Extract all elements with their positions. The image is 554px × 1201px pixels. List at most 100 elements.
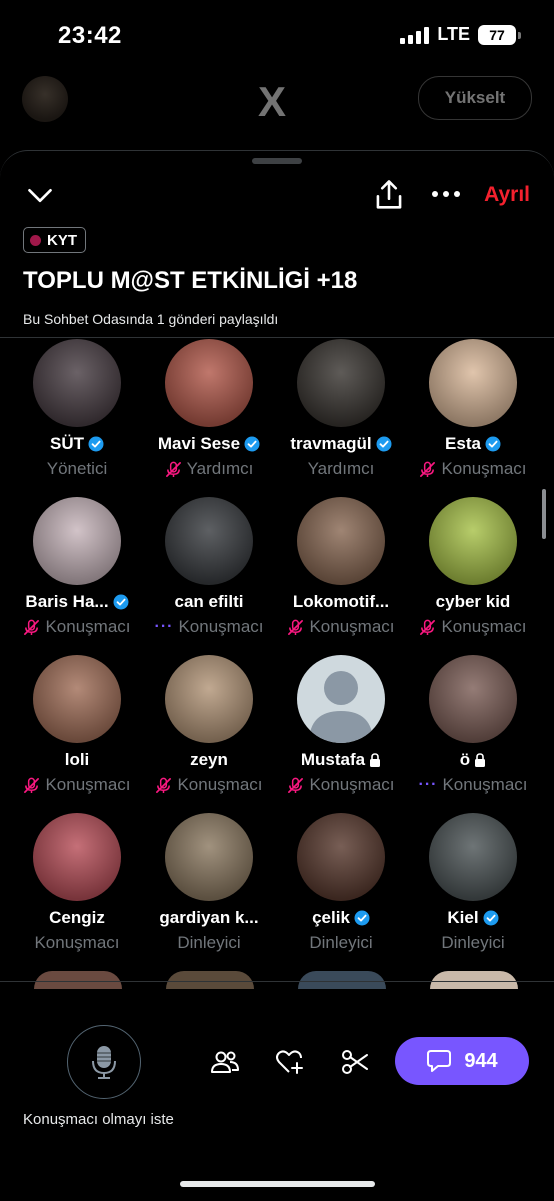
chevron-down-icon[interactable] (26, 181, 54, 209)
mic-off-icon (420, 461, 436, 477)
participant-avatar[interactable] (165, 497, 253, 585)
participant-card[interactable]: gardiyan k... Dinleyici (144, 813, 274, 953)
share-icon[interactable] (374, 179, 404, 211)
comments-button[interactable]: 944 (395, 1037, 529, 1085)
participant-avatar[interactable] (165, 655, 253, 743)
participant-name: Cengiz (49, 908, 105, 927)
participant-card[interactable]: Kiel Dinleyici (408, 813, 538, 953)
reaction-heart-plus-icon[interactable] (275, 1047, 305, 1077)
leave-button[interactable]: Ayrıl (484, 183, 530, 207)
participant-card[interactable]: Mustafa Konuşmacı (276, 655, 406, 795)
participant-card[interactable]: can efilti ··· Konuşmacı (144, 497, 274, 637)
participant-avatar[interactable] (297, 813, 385, 901)
background-app: X Yükselt (0, 72, 554, 152)
participant-avatar[interactable] (429, 813, 517, 901)
participant-name: SÜT (50, 434, 84, 453)
participant-name: gardiyan k... (159, 908, 259, 927)
participant-role-row: Konuşmacı (144, 775, 274, 795)
participant-name-row: loli (12, 750, 142, 770)
participant-role-row: Konuşmacı (408, 617, 538, 637)
participant-name: çelik (312, 908, 350, 927)
comment-count: 944 (464, 1049, 498, 1072)
participant-avatar[interactable] (165, 339, 253, 427)
participant-avatar-peek (166, 971, 254, 989)
participant-avatar[interactable] (297, 339, 385, 427)
participant-name: travmagül (290, 434, 372, 453)
participant-name-row: cyber kid (408, 592, 538, 612)
default-avatar-icon (309, 671, 373, 743)
participant-avatar[interactable] (297, 655, 385, 743)
participant-card[interactable]: Cengiz Konuşmacı (12, 813, 142, 953)
participant-avatar[interactable] (429, 497, 517, 585)
participant-card[interactable]: Mavi Sese Yardımcı (144, 339, 274, 479)
room-tag[interactable]: KYT (23, 227, 86, 253)
participant-card[interactable]: SÜT Yönetici (12, 339, 142, 479)
participant-card[interactable]: zeyn Konuşmacı (144, 655, 274, 795)
participant-card[interactable]: travmagül Yardımcı (276, 339, 406, 479)
participant-name: can efilti (174, 592, 244, 611)
participant-role-row: Konuşmacı (276, 775, 406, 795)
participant-role-row: Konuşmacı (12, 933, 142, 953)
divider (0, 981, 554, 982)
participant-name-row: Lokomotif... (276, 592, 406, 612)
participant-role: Konuşmacı (178, 617, 264, 636)
verified-badge-icon (113, 594, 129, 610)
participant-name-row: Mavi Sese (144, 434, 274, 454)
participant-name: zeyn (190, 750, 228, 769)
participant-card[interactable]: Esta Konuşmacı (408, 339, 538, 479)
participant-card[interactable]: çelik Dinleyici (276, 813, 406, 953)
more-options-icon[interactable] (430, 187, 462, 201)
participant-avatar-peek (430, 971, 518, 989)
participant-role: Konuşmacı (177, 775, 263, 794)
comment-bubble-icon (427, 1050, 452, 1072)
participant-card[interactable]: Lokomotif... Konuşmacı (276, 497, 406, 637)
participant-name-row: Cengiz (12, 908, 142, 928)
participant-card[interactable]: cyber kid Konuşmacı (408, 497, 538, 637)
participant-name-row: Esta (408, 434, 538, 454)
lock-icon (370, 753, 381, 767)
battery-icon: 77 (478, 24, 521, 45)
scrollbar[interactable] (542, 489, 546, 539)
participant-avatar[interactable] (33, 339, 121, 427)
people-icon[interactable] (210, 1047, 240, 1077)
participant-avatar[interactable] (33, 655, 121, 743)
space-sheet: Ayrıl KYT TOPLU M@ST ETKİNLİGİ +18 Bu So… (0, 150, 554, 1201)
participant-card[interactable]: loli Konuşmacı (12, 655, 142, 795)
participant-avatar[interactable] (33, 497, 121, 585)
participant-role: Yardımcı (307, 459, 375, 478)
sheet-grabber[interactable] (252, 158, 302, 164)
lock-icon (475, 753, 486, 767)
avatar (22, 76, 68, 122)
participant-avatar[interactable] (297, 497, 385, 585)
verified-badge-icon (354, 910, 370, 926)
participant-avatar[interactable] (33, 813, 121, 901)
participant-avatar[interactable] (165, 813, 253, 901)
participant-role: Konuşmacı (441, 617, 527, 636)
clip-scissors-icon[interactable] (340, 1047, 370, 1077)
participant-card[interactable]: Baris Ha... Konuşmacı (12, 497, 142, 637)
participant-role-row: Yardımcı (144, 459, 274, 479)
upgrade-button: Yükselt (418, 76, 532, 120)
participant-name: Mavi Sese (157, 434, 241, 453)
speaking-dots-icon: ··· (418, 776, 438, 793)
participant-role: Dinleyici (177, 933, 241, 952)
participant-avatar[interactable] (429, 655, 517, 743)
request-to-speak-button[interactable] (67, 1025, 141, 1099)
participant-name-row: ö (408, 750, 538, 770)
participant-role-row: Konuşmacı (408, 459, 538, 479)
mic-off-icon (24, 619, 40, 635)
participant-card[interactable]: ö ··· Konuşmacı (408, 655, 538, 795)
participant-role: Dinleyici (309, 933, 373, 952)
participant-name: cyber kid (435, 592, 511, 611)
mic-off-icon (165, 461, 181, 477)
participant-name-row: can efilti (144, 592, 274, 612)
participant-name-row: gardiyan k... (144, 908, 274, 928)
participant-name: Mustafa (300, 750, 366, 769)
participant-avatar[interactable] (429, 339, 517, 427)
divider (0, 337, 554, 338)
participant-role: Konuşmacı (442, 775, 528, 794)
signal-icon (400, 26, 430, 44)
room-subtitle[interactable]: Bu Sohbet Odasında 1 gönderi paylaşıldı (23, 311, 278, 327)
participant-role-row: Yardımcı (276, 459, 406, 479)
participant-name-row: Kiel (408, 908, 538, 928)
